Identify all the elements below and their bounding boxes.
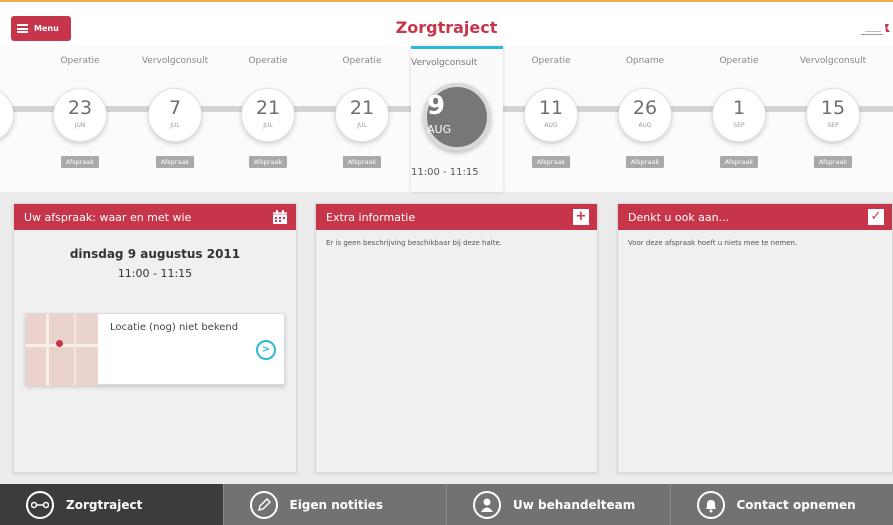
- location-map-thumbnail: [26, 314, 98, 386]
- timeline-date-circle: 21 JUL: [335, 88, 389, 142]
- reminder-panel: Denkt u ook aan... ✓ Voor deze afspraak …: [617, 203, 893, 473]
- timeline-item-type: Operatie: [531, 56, 571, 66]
- nav-contact-opnemen[interactable]: Contact opnemen: [671, 484, 893, 525]
- panel-title: Denkt u ook aan...: [628, 210, 730, 224]
- nav-label: Contact opnemen: [736, 497, 856, 512]
- bottom-navigation: Zorgtraject Eigen notities Uw behandelte…: [0, 484, 893, 525]
- pencil-icon: [249, 490, 278, 519]
- timeline-month: SEP: [827, 122, 839, 129]
- timeline-day: 1: [732, 97, 746, 119]
- nav-label: Uw behandelteam: [513, 497, 636, 512]
- timeline-selected-item[interactable]: Vervolgconsult 9 AUG 11:00 - 11:15: [411, 46, 503, 192]
- timeline-day: 7: [168, 97, 182, 119]
- bell-icon: [696, 490, 725, 519]
- timeline-item-type: Operatie: [719, 56, 759, 66]
- timeline-month: AUG: [544, 122, 558, 129]
- timeline-month: JUL: [357, 122, 367, 129]
- timeline-date-circle: 21 JUL: [241, 88, 295, 142]
- timeline-item-type: Operatie: [60, 56, 100, 66]
- appointment-panel: Uw afspraak: waar en met wie dinsdag 9 a…: [13, 203, 297, 473]
- extra-info-panel-header: Extra informatie +: [316, 204, 597, 230]
- header: Menu Zorgtraject: [0, 2, 893, 46]
- timeline-selected-circle: 9 AUG: [423, 83, 491, 151]
- timeline-item[interactable]: Vervolgconsult 15 SEP Afspraak: [786, 46, 880, 192]
- route-icon: [26, 490, 54, 519]
- timeline-item-type: Operatie: [342, 56, 382, 66]
- timeline-date-circle: 1 SEP: [712, 88, 766, 142]
- timeline-date-circle: 15 SEP: [806, 88, 860, 142]
- location-card[interactable]: Locatie (nog) niet bekend >: [25, 313, 285, 386]
- timeline-badge: Afspraak: [532, 156, 570, 168]
- timeline-item-type: Vervolgconsult: [411, 58, 478, 68]
- timeline-day: 21: [255, 97, 281, 119]
- nav-uw-behandelteam[interactable]: Uw behandelteam: [447, 484, 671, 525]
- panel-title: Extra informatie: [326, 210, 416, 224]
- timeline-item-type: Vervolgconsult: [141, 56, 209, 66]
- timeline-item-type: Operatie: [248, 56, 288, 66]
- appointment-date: dinsdag 9 augustus 2011: [69, 247, 241, 261]
- extra-info-text: Er is geen beschrijving beschikbaar bij …: [326, 239, 502, 247]
- timeline-month: JUL: [263, 122, 273, 129]
- reminder-text: Voor deze afspraak hoeft u niets mee te …: [628, 239, 798, 247]
- nav-eigen-notities[interactable]: Eigen notities: [224, 484, 447, 525]
- timeline-previous-node[interactable]: [0, 88, 14, 142]
- timeline-month: AUG: [427, 123, 452, 136]
- timeline-month: JUL: [170, 122, 180, 129]
- timeline-month: AUG: [638, 122, 652, 129]
- panel-title: Uw afspraak: waar en met wie: [24, 210, 192, 224]
- timeline-badge: Afspraak: [814, 156, 852, 168]
- timeline-item[interactable]: Vervolgconsult 7 JUL Afspraak: [128, 46, 222, 192]
- appointment-panel-header: Uw afspraak: waar en met wie: [14, 204, 296, 230]
- person-icon: [473, 490, 501, 519]
- timeline-month: SEP: [733, 122, 745, 129]
- nav-label: Zorgtraject: [66, 497, 143, 512]
- timeline-day: 11: [538, 97, 564, 119]
- appointment-timeline: Operatie 23 JUN Afspraak Vervolgconsult …: [0, 46, 893, 192]
- appointment-time: 11:00 - 11:15: [117, 267, 193, 280]
- timeline-item[interactable]: Opname 26 AUG Afspraak: [598, 46, 692, 192]
- reminder-panel-header: Denkt u ook aan... ✓: [618, 204, 892, 230]
- timeline-badge: Afspraak: [156, 156, 194, 168]
- timeline-selected-time: 11:00 - 11:15: [411, 167, 479, 178]
- location-arrow-button[interactable]: >: [256, 340, 276, 360]
- timeline-item[interactable]: Operatie 21 JUL Afspraak: [315, 46, 409, 192]
- timeline-day: 15: [820, 97, 846, 119]
- timeline-date-circle: 26 AUG: [618, 88, 672, 142]
- map-pin-icon: [56, 340, 63, 347]
- timeline-day: 23: [67, 97, 93, 119]
- timeline-badge: Afspraak: [61, 156, 99, 168]
- timeline-item-type: Opname: [625, 56, 665, 66]
- timeline-day: 26: [632, 97, 658, 119]
- checkmark-icon[interactable]: ✓: [868, 209, 884, 225]
- timeline-date-circle: 7 JUL: [148, 88, 202, 142]
- location-text: Locatie (nog) niet bekend: [110, 322, 239, 333]
- timeline-item[interactable]: Operatie 21 JUL Afspraak: [221, 46, 315, 192]
- hospital-logo: [861, 24, 890, 35]
- calendar-icon[interactable]: [272, 209, 288, 225]
- timeline-badge: Afspraak: [626, 156, 664, 168]
- timeline-badge: Afspraak: [343, 156, 381, 168]
- timeline-badge: Afspraak: [720, 156, 758, 168]
- nav-zorgtraject[interactable]: Zorgtraject: [0, 484, 224, 525]
- timeline-item[interactable]: Operatie 11 AUG Afspraak: [504, 46, 598, 192]
- timeline-day: 21: [349, 97, 375, 119]
- extra-info-panel: Extra informatie + Er is geen beschrijvi…: [315, 203, 598, 473]
- page-title: Zorgtraject: [395, 18, 498, 37]
- timeline-item[interactable]: Operatie 1 SEP Afspraak: [692, 46, 786, 192]
- timeline-day: 9: [427, 91, 446, 121]
- timeline-item-type: Vervolgconsult: [799, 56, 867, 66]
- timeline-date-circle: 23 JUN: [53, 88, 107, 142]
- timeline-month: JUN: [74, 122, 86, 129]
- nav-label: Eigen notities: [289, 497, 384, 512]
- plus-icon[interactable]: +: [573, 209, 589, 225]
- timeline-item[interactable]: Operatie 23 JUN Afspraak: [33, 46, 127, 192]
- timeline-date-circle: 11 AUG: [524, 88, 578, 142]
- timeline-badge: Afspraak: [249, 156, 287, 168]
